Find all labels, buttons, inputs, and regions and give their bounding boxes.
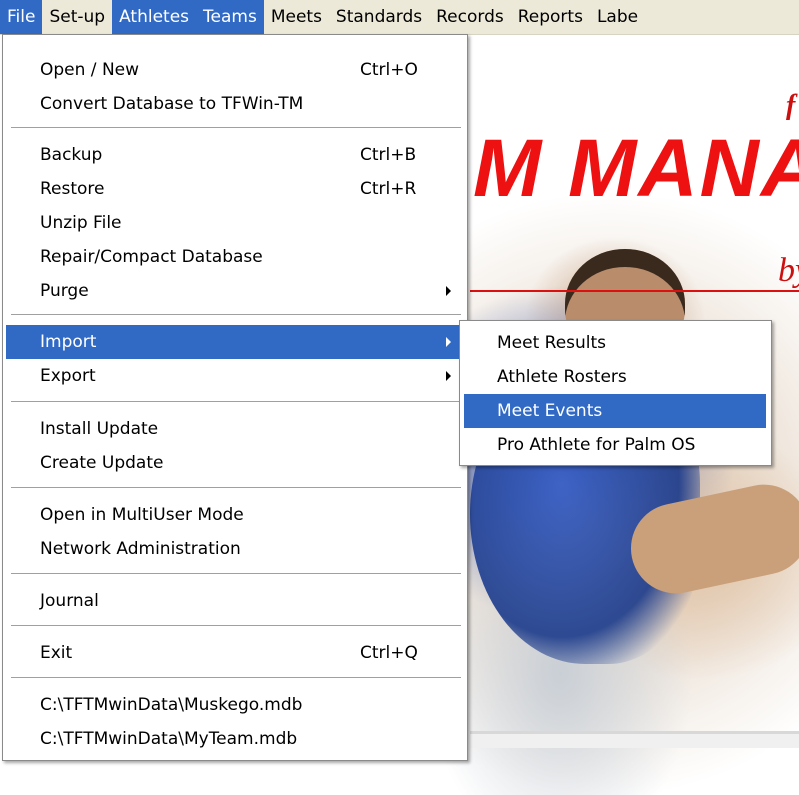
menu-item-label: Pro Athlete for Palm OS xyxy=(497,435,696,455)
menu-item-label: Open in MultiUser Mode xyxy=(40,505,244,525)
logo-underline xyxy=(470,290,799,292)
menu-item-label: Open / New xyxy=(40,60,140,80)
menu-item-recent-file[interactable]: C:\TFTMwinData\MyTeam.mdb xyxy=(6,722,464,756)
submenu-arrow-icon xyxy=(446,286,451,296)
menu-item-convert-database[interactable]: Convert Database to TFWin-TM xyxy=(6,87,464,121)
menu-item-install-update[interactable]: Install Update xyxy=(6,412,464,446)
submenu-arrow-icon xyxy=(446,371,451,381)
menu-item-unzip-file[interactable]: Unzip File xyxy=(6,206,464,240)
menu-item-open-multiuser[interactable]: Open in MultiUser Mode xyxy=(6,498,464,532)
menu-item-label: C:\TFTMwinData\MyTeam.mdb xyxy=(40,729,298,749)
submenu-item-athlete-rosters[interactable]: Athlete Rosters xyxy=(464,360,766,394)
shortcut-label: Ctrl+Q xyxy=(360,643,418,663)
menu-item-backup[interactable]: Backup Ctrl+B xyxy=(6,138,464,172)
menu-reports[interactable]: Reports xyxy=(511,0,590,34)
submenu-item-meet-results[interactable]: Meet Results xyxy=(464,326,766,360)
menu-item-label: Unzip File xyxy=(40,213,122,233)
menu-item-create-update[interactable]: Create Update xyxy=(6,446,464,480)
menu-file[interactable]: File xyxy=(0,0,43,34)
menu-item-label: Meet Events xyxy=(497,401,603,421)
menu-item-label: Network Administration xyxy=(40,539,241,559)
menu-separator xyxy=(11,401,461,402)
menu-item-open-new[interactable]: Open / New Ctrl+O xyxy=(6,53,464,87)
menu-setup[interactable]: Set-up xyxy=(42,0,112,34)
menu-item-repair-compact[interactable]: Repair/Compact Database xyxy=(6,240,464,274)
menu-bar: File Set-up Athletes Teams Meets Standar… xyxy=(0,0,799,35)
logo-fragment: f xyxy=(786,90,796,121)
splash-logo-title: M MANA xyxy=(473,123,799,214)
menu-separator xyxy=(11,625,461,626)
menu-separator xyxy=(11,487,461,488)
menu-item-label: Convert Database to TFWin-TM xyxy=(40,94,304,114)
menu-separator xyxy=(11,127,461,128)
menu-item-journal[interactable]: Journal xyxy=(6,584,464,618)
menu-item-purge[interactable]: Purge xyxy=(6,274,464,308)
menu-separator xyxy=(11,573,461,574)
menu-item-import[interactable]: Import xyxy=(6,325,464,359)
menu-item-restore[interactable]: Restore Ctrl+R xyxy=(6,172,464,206)
shortcut-label: Ctrl+R xyxy=(360,179,417,199)
menu-item-label: Meet Results xyxy=(497,333,607,353)
menu-item-label: Install Update xyxy=(40,419,159,439)
submenu-item-meet-events[interactable]: Meet Events xyxy=(464,394,766,428)
menu-item-recent-file[interactable]: C:\TFTMwinData\Muskego.mdb xyxy=(6,688,464,722)
menu-item-label: C:\TFTMwinData\Muskego.mdb xyxy=(40,695,303,715)
submenu-item-pro-athlete-palm[interactable]: Pro Athlete for Palm OS xyxy=(464,428,766,462)
menu-athletes[interactable]: Athletes xyxy=(112,0,197,34)
menu-item-exit[interactable]: Exit Ctrl+Q xyxy=(6,636,464,670)
menu-standards[interactable]: Standards xyxy=(329,0,429,34)
hurdle-image xyxy=(470,734,799,748)
menu-item-label: Restore xyxy=(40,179,105,199)
menu-item-label: Create Update xyxy=(40,453,164,473)
menu-item-label: Athlete Rosters xyxy=(497,367,627,387)
menu-item-label: Backup xyxy=(40,145,103,165)
splash-logo-byline: by xyxy=(778,252,799,289)
menu-item-label: Export xyxy=(40,366,96,386)
shortcut-label: Ctrl+B xyxy=(360,145,417,165)
menu-item-label: Import xyxy=(40,332,97,352)
submenu-arrow-icon xyxy=(446,337,451,347)
menu-labels[interactable]: Labe xyxy=(590,0,645,34)
shortcut-label: Ctrl+O xyxy=(360,60,418,80)
menu-item-export[interactable]: Export xyxy=(6,359,464,393)
menu-teams[interactable]: Teams xyxy=(196,0,264,34)
menu-item-label: Purge xyxy=(40,281,89,301)
menu-records[interactable]: Records xyxy=(429,0,511,34)
menu-item-label: Exit xyxy=(40,643,73,663)
menu-separator xyxy=(11,314,461,315)
menu-item-network-administration[interactable]: Network Administration xyxy=(6,532,464,566)
menu-item-label: Repair/Compact Database xyxy=(40,247,263,267)
menu-meets[interactable]: Meets xyxy=(264,0,329,34)
import-submenu: Meet Results Athlete Rosters Meet Events… xyxy=(459,320,772,466)
menu-separator xyxy=(11,677,461,678)
menu-item-label: Journal xyxy=(40,591,99,611)
file-menu-dropdown: Open / New Ctrl+O Convert Database to TF… xyxy=(2,34,468,761)
